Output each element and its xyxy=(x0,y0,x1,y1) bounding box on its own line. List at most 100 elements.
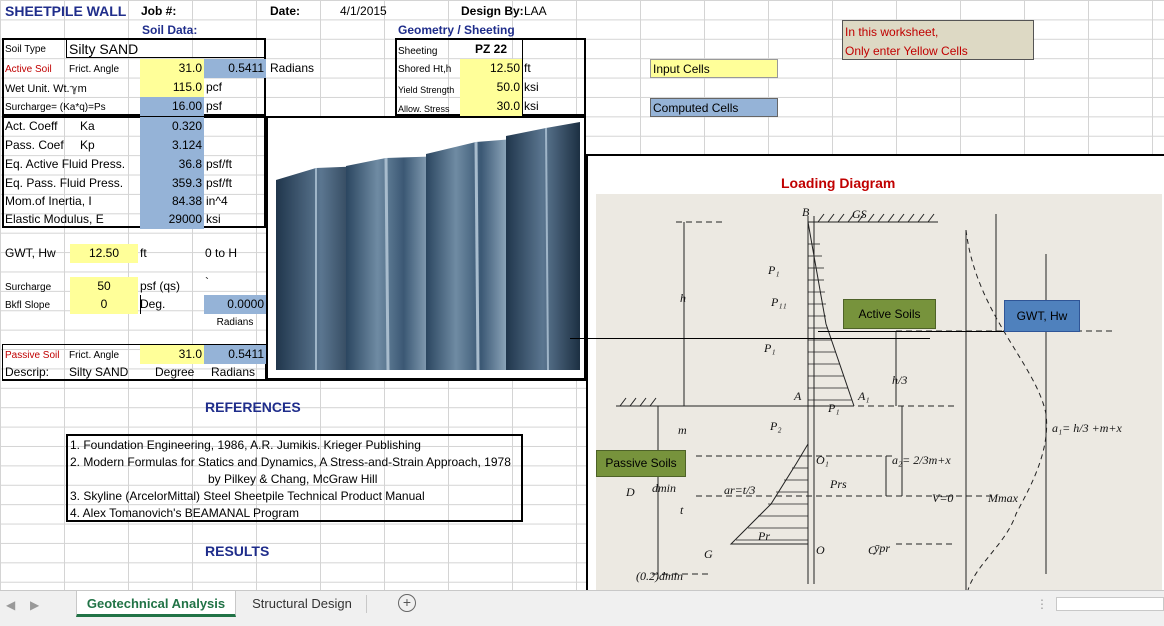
input-cells-legend: Input Cells xyxy=(650,59,778,78)
eq-pass-value: 359.3 xyxy=(140,174,204,193)
shored-ht-input[interactable]: 12.50 xyxy=(460,59,522,78)
job-label: Job #: xyxy=(141,4,177,18)
bkfl-slope-label: Bkfl Slope xyxy=(5,300,51,311)
label-P11: P₁₁ xyxy=(770,295,787,309)
label-m: m xyxy=(678,423,687,437)
allow-stress-input[interactable]: 30.0 xyxy=(460,97,522,116)
tab-geotechnical-analysis[interactable]: Geotechnical Analysis xyxy=(76,591,236,617)
add-sheet-icon[interactable]: + xyxy=(398,594,416,612)
label-D: D xyxy=(625,485,635,499)
backtick-mark: ` xyxy=(205,275,209,289)
gwt-hw-label: GWT, Hw xyxy=(1004,300,1080,332)
bkfl-slope-input[interactable]: 0 xyxy=(70,295,138,314)
pass-coef-label: Pass. Coef xyxy=(5,138,64,152)
gwt-label: GWT, Hw xyxy=(5,246,56,260)
sheet-tab-bar: ◀ ▶ Geotechnical Analysis Structural Des… xyxy=(0,590,1164,626)
eq-pass-label: Eq. Pass. Fluid Press. xyxy=(5,176,124,190)
eq-active-label: Eq. Active Fluid Press. xyxy=(5,157,126,171)
soil-type-value[interactable]: Silty SAND xyxy=(69,40,138,59)
radians-label: Radians xyxy=(270,61,315,75)
label-GS: GS xyxy=(852,207,867,221)
psf-unit: psf xyxy=(206,99,223,113)
shored-ht-unit: ft xyxy=(524,61,531,75)
label-O: O xyxy=(816,543,825,557)
design-by-value[interactable]: LAA xyxy=(524,2,547,21)
mom-inertia-label: Mom.of Inertia, I xyxy=(5,194,92,208)
soil-type-label: Soil Type xyxy=(5,44,46,55)
tab-structural-design[interactable]: Structural Design xyxy=(240,591,364,617)
allow-unit: ksi xyxy=(524,99,539,113)
label-h3: h/3 xyxy=(892,373,907,387)
scroll-left-icon[interactable]: ◀ xyxy=(6,596,15,615)
frict-angle-input[interactable]: 31.0 xyxy=(140,59,204,78)
yield-unit: ksi xyxy=(524,80,539,94)
label-P1c: P₁ xyxy=(827,401,840,415)
kp-value: 3.124 xyxy=(140,136,204,155)
loading-diagram-title: Loading Diagram xyxy=(781,175,896,191)
label-C: C xyxy=(868,543,877,557)
degree-label: Degree xyxy=(155,365,195,379)
label-A: A xyxy=(793,389,802,403)
computed-cells-legend: Computed Cells xyxy=(650,98,778,117)
descrip-value[interactable]: Silty SAND xyxy=(69,363,128,382)
eq-active-value: 36.8 xyxy=(140,155,204,174)
bkfl-divider xyxy=(140,295,141,314)
wet-unit-label: Wet Unit. Wt.ℽm xyxy=(5,83,87,95)
deg-unit: Deg. xyxy=(140,297,166,311)
sheet-title: SHEETPILE WALL xyxy=(5,3,127,19)
label-V0: V=0 xyxy=(932,491,953,505)
gwt-level-line xyxy=(818,331,1004,332)
passive-frict-input[interactable]: 31.0 xyxy=(140,345,204,364)
note-line-2: Only enter Yellow Cells xyxy=(845,44,968,58)
label-d02: (0.2)dmin xyxy=(636,569,683,583)
instruction-note: In this worksheet, Only enter Yellow Cel… xyxy=(842,20,1034,60)
tab-divider xyxy=(366,595,367,613)
geometry-unit-divider xyxy=(522,38,523,116)
active-soils-label: Active Soils xyxy=(843,299,936,329)
ksi-unit: ksi xyxy=(206,212,221,226)
active-soil-label: Active Soil xyxy=(5,64,52,75)
label-A1: A₁ xyxy=(857,389,870,403)
kp-label: Kp xyxy=(80,138,95,152)
eq-active-unit: psf/ft xyxy=(206,157,233,171)
surcharge-unit: psf (qs) xyxy=(140,279,181,293)
label-G: G xyxy=(704,547,713,561)
yield-strength-input[interactable]: 50.0 xyxy=(460,78,522,97)
gwt-input[interactable]: 12.50 xyxy=(70,244,138,263)
gwt-range: 0 to H xyxy=(205,246,238,260)
label-h: h xyxy=(680,291,686,305)
frict-angle-radians: 0.5411 xyxy=(204,59,266,78)
in4-unit: in^4 xyxy=(206,194,228,208)
mom-inertia-value: 84.38 xyxy=(140,192,204,211)
date-value[interactable]: 4/1/2015 xyxy=(340,2,387,21)
sheeting-value[interactable]: PZ 22 xyxy=(460,40,522,59)
descrip-label: Descrip: xyxy=(5,365,50,379)
label-B: B xyxy=(802,205,810,219)
label-P1: P₁ xyxy=(767,263,780,277)
scroll-right-icon[interactable]: ▶ xyxy=(30,596,39,615)
label-Mmax: Mmax xyxy=(987,491,1019,505)
gwt-unit: ft xyxy=(140,246,147,260)
radians-label-2: Radians xyxy=(211,365,256,379)
surcharge-ps-label: Surcharge= (Ka*q)=Ps xyxy=(5,102,106,113)
label-a2: a₂= 2/3m+x xyxy=(892,453,951,467)
date-label: Date: xyxy=(270,4,301,18)
results-heading: RESULTS xyxy=(205,543,270,559)
frict-angle-label: Frict. Angle xyxy=(69,64,120,75)
act-coeff-label: Act. Coeff xyxy=(5,119,58,133)
note-line-1: In this worksheet, xyxy=(845,25,939,39)
horizontal-scrollbar[interactable] xyxy=(1056,597,1164,611)
loading-diagram-figure: B GS P₁ P₁₁ P₁ h h/3 A A₁ P₁ P₂ m O₁ Prs… xyxy=(596,194,1162,590)
passive-frict-radians: 0.5411 xyxy=(204,345,266,364)
gwt-line xyxy=(570,338,930,339)
sheeting-label: Sheeting xyxy=(398,46,438,57)
label-Prs: Prs xyxy=(829,477,847,491)
ka-label: Ka xyxy=(80,119,95,133)
more-options-icon[interactable]: ⋮ xyxy=(1036,595,1048,614)
surcharge-input[interactable]: 50 xyxy=(70,277,138,296)
elastic-modulus-label: Elastic Modulus, E xyxy=(5,212,104,226)
ka-value: 0.320 xyxy=(140,117,204,136)
wet-unit-input[interactable]: 115.0 xyxy=(140,78,204,97)
label-P1b: P₁ xyxy=(763,341,776,355)
label-dmin: dmin xyxy=(652,481,676,495)
